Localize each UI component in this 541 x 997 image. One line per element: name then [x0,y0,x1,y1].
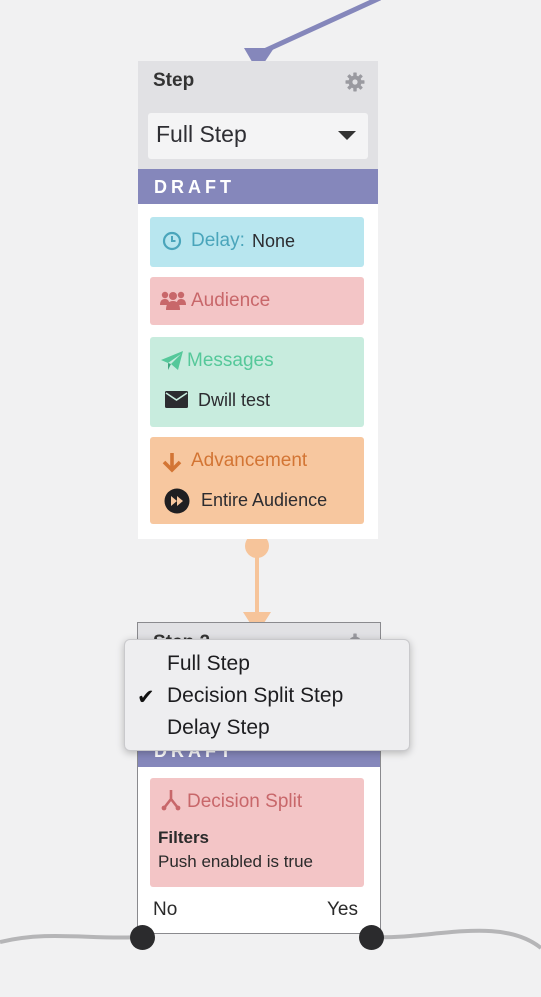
branch-no-label: No [153,899,178,920]
draft-label: DRAFT [154,177,235,197]
messages-section[interactable]: Messages Dwill test [150,337,364,427]
draft-status-bar: DRAFT [138,169,378,204]
branch-no-handle[interactable] [130,925,155,950]
step-type-value: Full Step [156,121,247,147]
branch-yes-label: Yes [327,899,358,920]
dropdown-option-delay-step[interactable]: Delay Step [167,716,270,740]
advancement-section[interactable]: Advancement Entire Audience [150,437,364,524]
filters-title: Filters [158,828,210,847]
envelope-icon [165,391,188,413]
delay-section[interactable]: Delay: None [150,217,364,267]
dropdown-option-full-step[interactable]: Full Step [167,652,250,676]
delay-value: None [252,231,296,251]
chevron-down-icon [338,131,356,140]
branch-yes-handle[interactable] [359,925,384,950]
dropdown-option-decision-split-step[interactable]: Decision Split Step [167,684,343,708]
step-type-select[interactable]: Full Step [148,113,368,159]
messages-label: Messages [187,350,274,371]
step-card[interactable]: Step Full Step DRAFT Delay: None Audienc… [138,61,378,539]
branch-no-line [0,933,143,944]
advancement-item: Entire Audience [201,490,328,510]
step-title: Step [153,70,195,91]
filters-value: Push enabled is true [158,852,313,871]
branch-yes-line [371,928,541,950]
fast-forward-icon [164,488,190,519]
paper-plane-icon [160,350,184,377]
delay-label: Delay: [191,230,245,251]
step-type-dropdown[interactable]: Full Step ✔ Decision Split Step Delay St… [124,639,410,751]
decision-split-label: Decision Split [187,791,303,812]
audience-section[interactable]: Audience [150,277,364,325]
decision-split-section[interactable]: Decision Split Filters Push enabled is t… [150,778,364,887]
gear-icon[interactable] [345,72,365,97]
audience-label: Audience [191,290,271,311]
checkmark-icon: ✔ [137,686,155,709]
incoming-connector [260,0,382,55]
message-item: Dwill test [198,390,271,410]
clock-icon [162,231,182,256]
users-icon [160,290,186,317]
arrow-down-icon [162,451,182,478]
advancement-label: Advancement [191,450,308,471]
split-icon [161,789,181,816]
